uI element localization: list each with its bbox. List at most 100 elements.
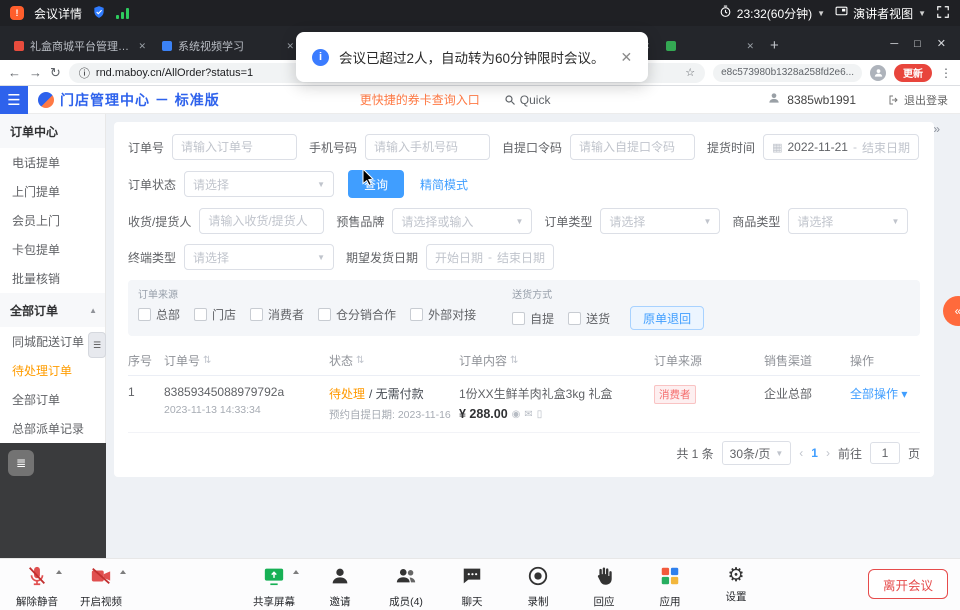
order-type-select[interactable]: 请选择 ▼ [600, 208, 720, 234]
order-row[interactable]: 1 83859345088979792a 2023-11-13 14:33:34… [128, 376, 920, 433]
checkbox-icon[interactable] [410, 308, 423, 321]
sidebar-item-pending-orders[interactable]: 待处理订单 [0, 356, 105, 385]
checkbox-source-external[interactable]: 外部对接 [410, 306, 476, 323]
brand-select[interactable]: 请选择或输入 ▼ [392, 208, 532, 234]
members-button[interactable]: 成员(4) [377, 562, 435, 609]
window-close-icon[interactable]: ✕ [937, 37, 946, 50]
receiver-input[interactable] [199, 208, 324, 234]
site-info-icon[interactable]: ⓘ [79, 65, 90, 81]
camera-options-caret-icon[interactable] [120, 570, 126, 574]
current-page[interactable]: 1 [811, 446, 818, 460]
share-screen-button[interactable]: 共享屏幕 [245, 562, 303, 609]
logout-button[interactable]: 退出登录 [888, 92, 948, 108]
browser-tab[interactable]: 礼盒商城平台管理中心 ✕ [6, 32, 154, 60]
settings-button[interactable]: ⚙ 设置 [707, 562, 765, 609]
sidebar-section-order-center[interactable]: 订单中心 [0, 114, 105, 148]
extension-token-pill[interactable]: e8c573980b1328a258fd2e6... [713, 64, 862, 82]
view-mode-selector[interactable]: 演讲者视图 ▼ [835, 5, 926, 22]
security-shield-icon[interactable] [92, 5, 106, 22]
mic-options-caret-icon[interactable] [56, 570, 62, 574]
checkbox-icon[interactable] [568, 312, 581, 325]
forward-icon[interactable]: → [29, 65, 42, 80]
meeting-timer[interactable]: 23:32(60分钟) ▼ [719, 5, 825, 22]
checkbox-source-hq[interactable]: 总部 [138, 306, 180, 323]
simple-mode-link[interactable]: 精简模式 [420, 176, 468, 193]
tab-close-icon[interactable]: ✕ [138, 41, 146, 52]
timer-caret-icon[interactable]: ▼ [817, 9, 825, 18]
network-signal-icon[interactable] [116, 8, 129, 19]
share-options-caret-icon[interactable] [293, 570, 299, 574]
floating-list-button[interactable]: ≣ [8, 450, 34, 476]
all-actions-link[interactable]: 全部操作 ▾ [850, 387, 907, 401]
checkbox-delivery[interactable]: 送货 [568, 310, 610, 327]
sidebar-item-door-order[interactable]: 上门提单 [0, 177, 105, 206]
reload-icon[interactable]: ↻ [50, 65, 61, 81]
meeting-details-link[interactable]: 会议详情 [34, 5, 82, 22]
sidebar-item-batch-verify[interactable]: 批量核销 [0, 264, 105, 293]
checkbox-self-pickup[interactable]: 自提 [512, 310, 554, 327]
terminal-select[interactable]: 请选择 ▼ [184, 244, 334, 270]
chat-button[interactable]: 聊天 [443, 562, 501, 609]
invite-button[interactable]: 邀请 [311, 562, 369, 609]
sidebar-section-all-orders[interactable]: 全部订单 ▲ [0, 293, 105, 327]
sidebar-item-phone-order[interactable]: 电话提单 [0, 148, 105, 177]
view-mode-caret-icon[interactable]: ▼ [918, 9, 926, 18]
browser-profile-avatar[interactable] [870, 65, 886, 81]
window-maximize-icon[interactable]: □ [914, 38, 921, 50]
unmute-button[interactable]: 解除静音 [8, 562, 66, 609]
browser-tab[interactable]: ✕ [658, 32, 762, 60]
browser-menu-icon[interactable]: ⋮ [940, 66, 952, 80]
search-button[interactable]: 查询 [348, 170, 404, 198]
start-video-button[interactable]: 开启视频 [72, 562, 130, 609]
apps-button[interactable]: 应用 [641, 562, 699, 609]
original-order-return-button[interactable]: 原单退回 [630, 306, 704, 330]
toast-close-icon[interactable]: ✕ [621, 49, 633, 66]
order-no-input[interactable] [172, 134, 297, 160]
sidebar-collapse-handle[interactable]: ☰ [88, 332, 106, 358]
pickup-date-range[interactable]: ▦ 2022-11-21 - 结束日期 [763, 134, 919, 160]
checkbox-icon[interactable] [138, 308, 151, 321]
collapse-panel-icon[interactable]: » [933, 122, 940, 136]
phone-input[interactable] [365, 134, 490, 160]
quick-search-link[interactable]: Quick [504, 93, 551, 107]
expect-date-range[interactable]: 开始日期 - 结束日期 [426, 244, 554, 270]
order-number[interactable]: 83859345088979792a [164, 385, 329, 399]
sidebar-item-member-visit[interactable]: 会员上门 [0, 206, 105, 235]
sort-icon[interactable]: ⇅ [203, 355, 211, 366]
checkbox-icon[interactable] [250, 308, 263, 321]
back-icon[interactable]: ← [8, 65, 21, 80]
tab-close-icon[interactable]: ✕ [286, 41, 294, 52]
sidebar-item-all-orders[interactable]: 全部订单 [0, 385, 105, 414]
next-page-icon[interactable]: › [826, 446, 830, 460]
reactions-button[interactable]: 回应 [575, 562, 633, 609]
prev-page-icon[interactable]: ‹ [799, 446, 803, 460]
order-status-select[interactable]: 请选择 ▼ [184, 171, 334, 197]
checkbox-source-store[interactable]: 门店 [194, 306, 236, 323]
checkbox-source-consumer[interactable]: 消费者 [250, 306, 304, 323]
fullscreen-icon[interactable] [936, 5, 950, 22]
new-tab-button[interactable]: + [770, 37, 779, 54]
sidebar-item-card-order[interactable]: 卡包提单 [0, 235, 105, 264]
checkbox-icon[interactable] [318, 308, 331, 321]
sort-icon[interactable]: ⇅ [510, 355, 518, 366]
leave-meeting-button[interactable]: 离开会议 [868, 569, 948, 599]
checkbox-icon[interactable] [194, 308, 207, 321]
goods-type-select[interactable]: 请选择 ▼ [788, 208, 908, 234]
pickup-code-input[interactable] [570, 134, 695, 160]
browser-tab[interactable]: 系统视频学习 ✕ [154, 32, 302, 60]
tab-close-icon[interactable]: ✕ [746, 41, 754, 52]
bookmark-star-icon[interactable]: ☆ [685, 66, 695, 79]
checkbox-icon[interactable] [512, 312, 525, 325]
section-expand-caret-icon[interactable]: ▲ [89, 306, 97, 315]
sidebar-item-hq-dispatch-log[interactable]: 总部派单记录 [0, 414, 105, 443]
browser-update-button[interactable]: 更新 [894, 64, 932, 82]
page-size-select[interactable]: 30条/页 ▼ [722, 441, 792, 465]
goto-page-input[interactable] [870, 442, 900, 464]
record-button[interactable]: 录制 [509, 562, 567, 609]
sort-icon[interactable]: ⇅ [356, 355, 364, 366]
expand-drawer-button[interactable]: « [943, 296, 960, 326]
meeting-logo-icon[interactable]: ! [10, 6, 24, 20]
hamburger-menu-button[interactable]: ☰ [0, 86, 28, 114]
window-minimize-icon[interactable]: ─ [890, 38, 898, 50]
checkbox-source-warehouse[interactable]: 仓分销合作 [318, 306, 396, 323]
